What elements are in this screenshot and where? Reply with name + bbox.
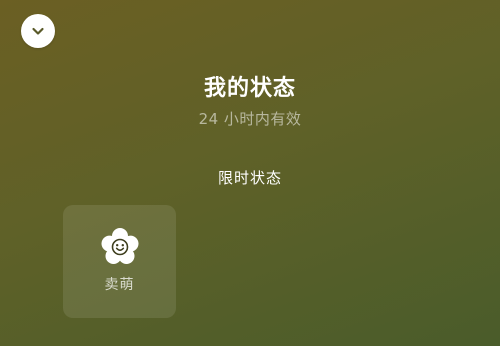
collapse-button[interactable] bbox=[21, 14, 55, 48]
smiling-flower-icon bbox=[100, 227, 140, 267]
chevron-down-icon bbox=[30, 23, 46, 39]
section-title: 限时状态 bbox=[217, 169, 282, 187]
status-label: 卖萌 bbox=[104, 277, 135, 293]
status-card-maimeng[interactable]: 卖萌 bbox=[63, 205, 176, 318]
header: 我的状态 24 小时内有效 bbox=[0, 72, 500, 130]
page-title: 我的状态 bbox=[203, 76, 296, 101]
page-subtitle: 24 小时内有效 bbox=[198, 110, 302, 128]
